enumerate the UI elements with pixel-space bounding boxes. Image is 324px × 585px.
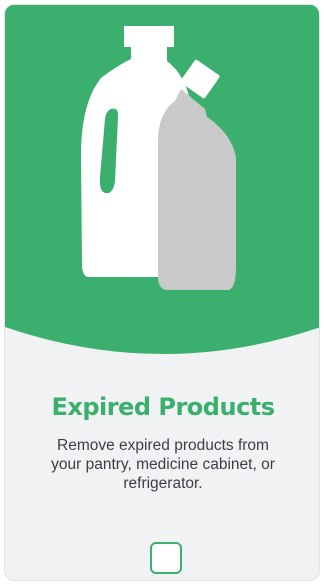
task-card[interactable]: Expired Products Remove expired products… (4, 4, 320, 581)
hero-illustration (5, 5, 319, 365)
task-checkbox[interactable] (150, 542, 182, 574)
hero-svg (5, 5, 319, 354)
card-title: Expired Products (51, 393, 275, 421)
card-description: Remove expired products from your pantry… (51, 437, 275, 492)
